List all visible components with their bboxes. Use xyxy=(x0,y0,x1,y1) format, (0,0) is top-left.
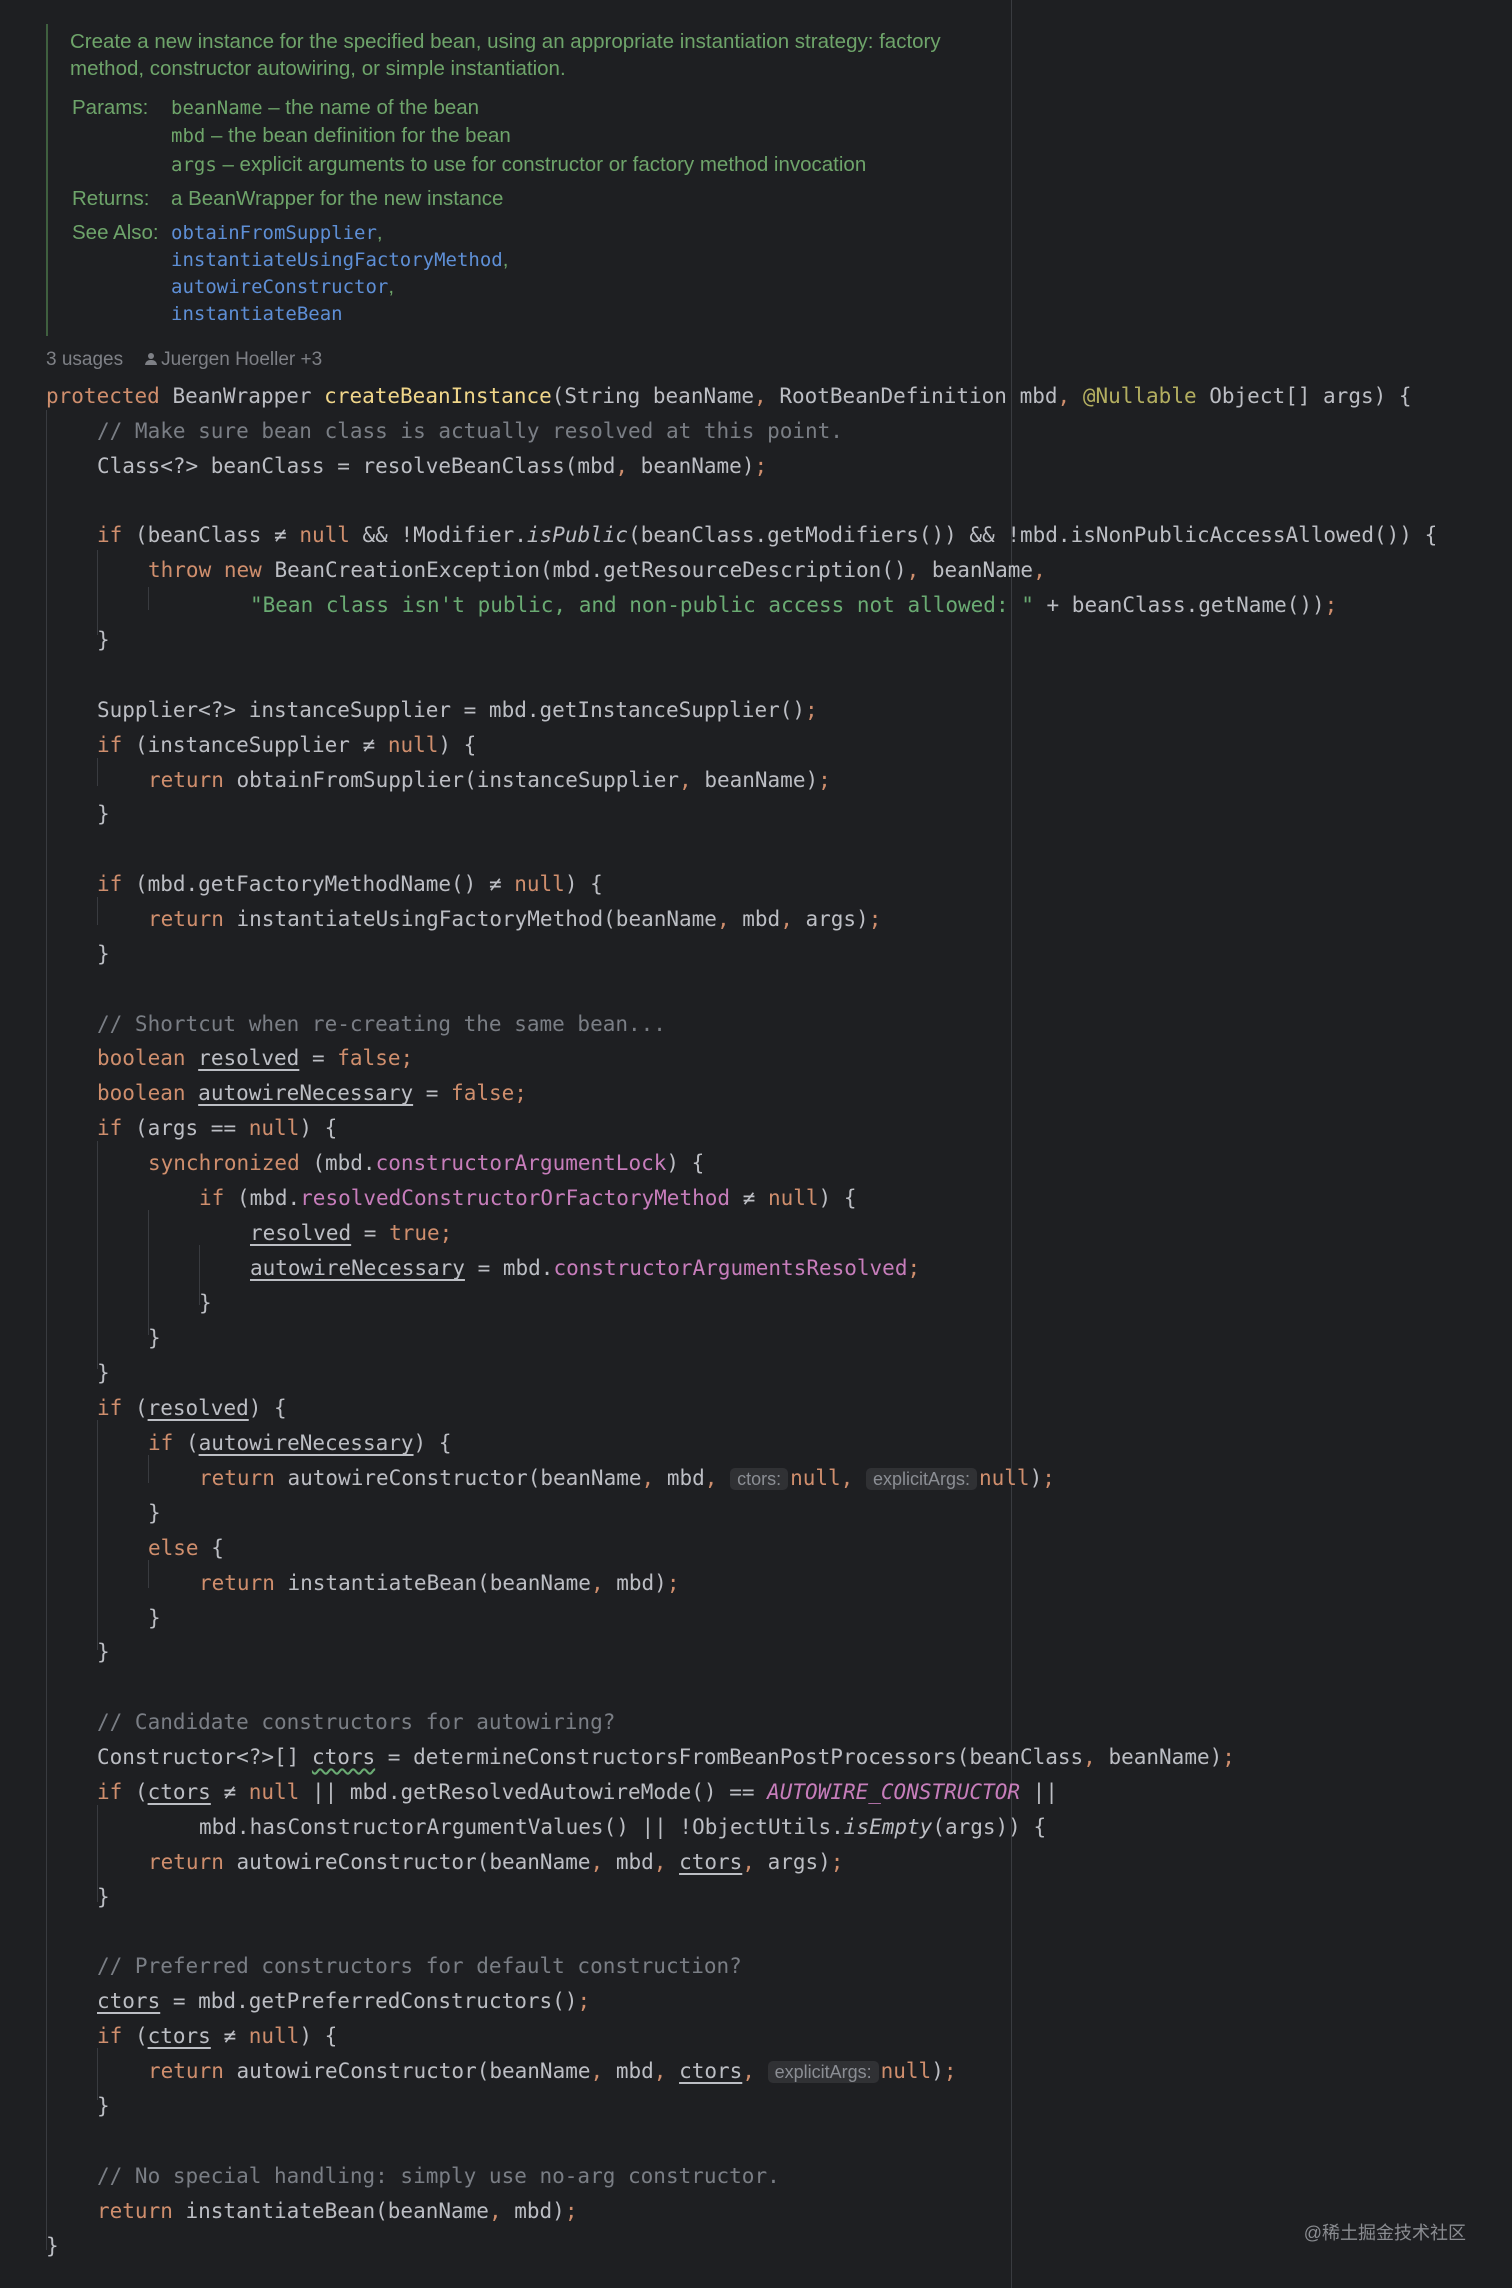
code-line: } xyxy=(148,1326,161,1350)
javadoc-see-also-item: autowireConstructor, xyxy=(171,275,395,298)
code-line: boolean resolved = false; xyxy=(97,1046,414,1070)
code-line: Constructor<?>[] ctors = determineConstr… xyxy=(97,1745,1235,1769)
code-comment: // No special handling: simply use no-ar… xyxy=(97,2164,780,2188)
code-line: } xyxy=(97,628,110,652)
code-line: } xyxy=(148,1501,161,1525)
javadoc-see-also-label: See Also: xyxy=(72,221,159,244)
code-line: else { xyxy=(148,1536,224,1560)
code-line: } xyxy=(97,942,110,966)
code-line: } xyxy=(46,2234,59,2258)
code-line: Supplier<?> instanceSupplier = mbd.getIn… xyxy=(97,698,818,722)
javadoc-param: beanName – the name of the bean xyxy=(171,96,480,119)
indent-guide xyxy=(148,587,149,610)
code-line: } xyxy=(97,802,110,826)
javadoc-description-line-2: method, constructor autowiring, or simpl… xyxy=(70,57,566,80)
code-line: synchronized (mbd.constructorArgumentLoc… xyxy=(148,1151,705,1175)
code-line: mbd.hasConstructorArgumentValues() || !O… xyxy=(199,1815,1047,1839)
code-line: return instantiateBean(beanName, mbd); xyxy=(199,1571,680,1595)
code-line: if (mbd.getFactoryMethodName() ≠ null) { xyxy=(97,872,603,896)
code-comment: // Make sure bean class is actually reso… xyxy=(97,419,843,443)
code-comment: // Shortcut when re-creating the same be… xyxy=(97,1012,666,1036)
code-line: if (mbd.resolvedConstructorOrFactoryMeth… xyxy=(199,1186,857,1210)
right-margin-guide xyxy=(1011,0,1012,2288)
code-line: if (resolved) { xyxy=(97,1396,287,1420)
author-link[interactable]: Juergen Hoeller +3 xyxy=(161,349,322,370)
code-line: resolved = true; xyxy=(250,1221,453,1245)
code-line: } xyxy=(97,1885,110,1909)
code-line: boolean autowireNecessary = false; xyxy=(97,1081,527,1105)
code-line: if (autowireNecessary) { xyxy=(148,1431,452,1455)
code-line: protected BeanWrapper createBeanInstance… xyxy=(46,384,1412,408)
indent-guide xyxy=(97,1141,98,1369)
code-vision-inlay: 3 usages Juergen Hoeller +3 xyxy=(46,349,322,371)
watermark: @稀土掘金技术社区 xyxy=(1303,2223,1466,2243)
see-also-link[interactable]: instantiateUsingFactoryMethod xyxy=(171,249,503,271)
code-line: } xyxy=(97,1640,110,1664)
code-editor[interactable]: Create a new instance for the specified … xyxy=(0,0,1512,2288)
code-line: ctors = mbd.getPreferredConstructors(); xyxy=(97,1989,591,2013)
usages-link[interactable]: 3 usages xyxy=(46,349,123,370)
javadoc-see-also-item: instantiateBean xyxy=(171,302,343,326)
javadoc-see-also-item: instantiateUsingFactoryMethod, xyxy=(171,248,509,271)
code-line: return autowireConstructor(beanName, mbd… xyxy=(148,2059,957,2083)
javadoc-returns-label: Returns: xyxy=(72,187,150,210)
code-line: return obtainFromSupplier(instanceSuppli… xyxy=(148,768,831,792)
code-line: } xyxy=(199,1291,212,1315)
code-comment: // Preferred constructors for default co… xyxy=(97,1954,742,1978)
indent-guide xyxy=(97,550,98,635)
code-line: } xyxy=(97,1361,110,1385)
indent-guide xyxy=(97,897,98,925)
indent-guide xyxy=(148,1455,149,1483)
parameter-hint: ctors: xyxy=(730,1468,789,1490)
see-also-link[interactable]: instantiateBean xyxy=(171,303,343,325)
code-line: if (args == null) { xyxy=(97,1116,338,1140)
person-icon xyxy=(145,353,158,366)
javadoc-returns: a BeanWrapper for the new instance xyxy=(171,187,504,210)
code-line: throw new BeanCreationException(mbd.getR… xyxy=(148,558,1046,582)
indent-guide xyxy=(46,410,47,2250)
code-line: if (ctors ≠ null || mbd.getResolvedAutow… xyxy=(97,1780,1058,1804)
code-line: } xyxy=(148,1606,161,1630)
indent-guide xyxy=(148,1560,149,1588)
code-line: if (ctors ≠ null) { xyxy=(97,2024,338,2048)
javadoc-params-label: Params: xyxy=(72,96,149,119)
parameter-hint: explicitArgs: xyxy=(767,2061,879,2083)
code-line: return autowireConstructor(beanName, mbd… xyxy=(199,1466,1055,1490)
javadoc-param: args – explicit arguments to use for con… xyxy=(171,153,867,176)
code-comment: // Candidate constructors for autowiring… xyxy=(97,1710,616,1734)
code-line: Class<?> beanClass = resolveBeanClass(mb… xyxy=(97,454,768,478)
javadoc-description-line-1: Create a new instance for the specified … xyxy=(70,30,941,53)
code-line: return autowireConstructor(beanName, mbd… xyxy=(148,1850,844,1874)
code-line: return instantiateBean(beanName, mbd); xyxy=(97,2199,578,2223)
parameter-hint: explicitArgs: xyxy=(865,1468,977,1490)
javadoc-param: mbd – the bean definition for the bean xyxy=(171,124,511,147)
code-line: if (beanClass ≠ null && !Modifier.isPubl… xyxy=(97,523,1438,547)
indent-guide xyxy=(97,758,98,786)
code-line: } xyxy=(97,2094,110,2118)
code-line: return instantiateUsingFactoryMethod(bea… xyxy=(148,907,882,931)
javadoc-block: Create a new instance for the specified … xyxy=(46,24,1008,336)
code-line: "Bean class isn't public, and non-public… xyxy=(250,593,1338,617)
indent-guide xyxy=(97,1420,98,1650)
javadoc-see-also-item: obtainFromSupplier, xyxy=(171,221,383,244)
see-also-link[interactable]: autowireConstructor xyxy=(171,276,388,298)
code-line: autowireNecessary = mbd.constructorArgum… xyxy=(250,1256,921,1280)
indent-guide xyxy=(148,1210,149,1335)
code-line: if (instanceSupplier ≠ null) { xyxy=(97,733,477,757)
see-also-link[interactable]: obtainFromSupplier xyxy=(171,222,377,244)
